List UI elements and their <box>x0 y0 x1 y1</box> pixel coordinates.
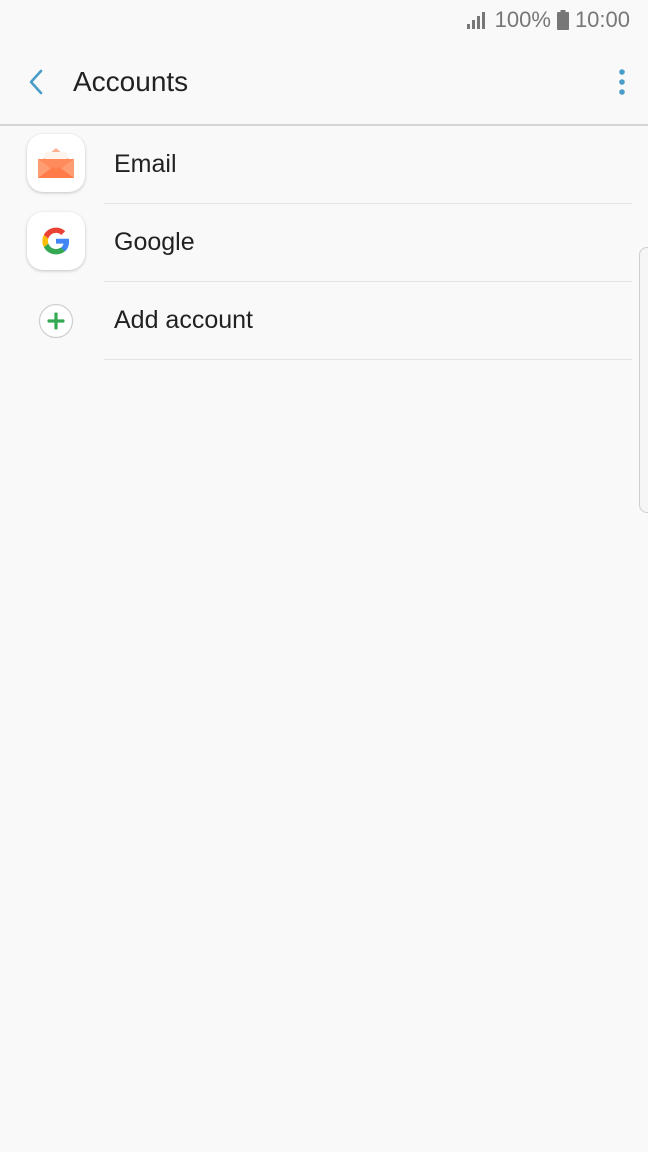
status-bar: 100% 10:00 <box>0 0 648 40</box>
list-item-label: Email <box>114 150 177 178</box>
list-item-email[interactable]: Email <box>0 126 648 204</box>
add-account-button[interactable]: Add account <box>0 282 648 360</box>
list-item-label: Google <box>114 228 195 256</box>
battery-percent: 100% <box>494 7 551 32</box>
signal-icon <box>466 11 487 29</box>
divider <box>104 359 632 360</box>
more-options-button[interactable] <box>582 60 626 104</box>
add-icon <box>38 303 74 339</box>
app-bar: Accounts <box>0 40 648 126</box>
more-vertical-icon <box>619 69 625 95</box>
page-title: Accounts <box>73 66 189 97</box>
email-icon <box>27 134 85 192</box>
back-button[interactable] <box>14 60 58 104</box>
list-item-google[interactable]: Google <box>0 204 648 282</box>
edge-panel-handle[interactable] <box>639 247 648 513</box>
battery-icon <box>556 10 569 30</box>
accounts-list: Email Google Add account <box>0 126 648 360</box>
clock: 10:00 <box>574 7 630 32</box>
list-item-label: Add account <box>114 306 253 334</box>
google-icon <box>27 212 85 270</box>
chevron-left-icon <box>29 69 43 95</box>
